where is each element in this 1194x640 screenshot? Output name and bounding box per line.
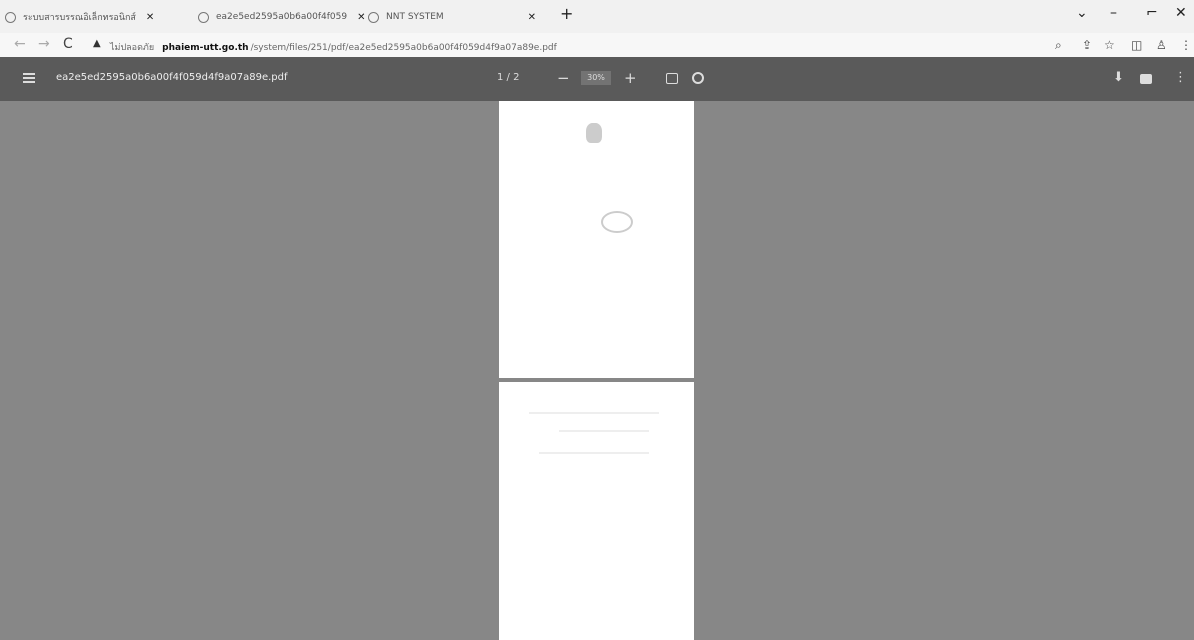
minimize-icon[interactable]: – — [1110, 5, 1117, 21]
tab-favicon-icon — [5, 11, 16, 23]
zoom-icon[interactable]: ⌕ — [1055, 38, 1062, 53]
pdf-filename: ea2e5ed2595a0b6a00f4f059d4f9a07a89e.pdf — [56, 72, 288, 83]
reload-icon[interactable]: C — [63, 36, 73, 52]
profile-icon[interactable]: ♙ — [1156, 38, 1167, 52]
tab-favicon-icon — [368, 11, 379, 23]
close-window-icon[interactable]: ✕ — [1175, 5, 1187, 21]
back-icon[interactable]: ← — [14, 36, 26, 52]
zoom-level-input[interactable]: 30% — [581, 71, 611, 85]
pdf-toolbar: ea2e5ed2595a0b6a00f4f059d4f9a07a89e.pdf … — [0, 57, 1194, 101]
new-tab-button[interactable]: + — [560, 4, 573, 23]
tab-search-chevron-icon[interactable]: ⌄ — [1076, 5, 1088, 21]
page-indicator[interactable]: 1 / 2 — [497, 72, 519, 83]
url-path: /system/files/251/pdf/ea2e5ed2595a0b6a00… — [250, 43, 557, 53]
tab-strip: ระบบสารบรรณอิเล็กทรอนิกส์ ✕ ea2e5ed2595a… — [0, 0, 1194, 33]
side-panel-icon[interactable]: ◫ — [1131, 38, 1142, 52]
tab-1[interactable]: ระบบสารบรรณอิเล็กทรอนิกส์ ✕ — [5, 6, 205, 28]
tab-2[interactable]: ea2e5ed2595a0b6a00f4f059 ✕ — [198, 6, 368, 28]
tab-3[interactable]: NNT SYSTEM ✕ — [368, 6, 548, 28]
pdf-viewer-area[interactable] — [0, 101, 1194, 640]
faint-text-line — [529, 412, 659, 414]
tab-title: ระบบสารบรรณอิเล็กทรอนิกส์ — [23, 13, 136, 23]
bookmark-star-icon[interactable]: ☆ — [1104, 38, 1115, 52]
pdf-page-1 — [499, 101, 694, 378]
pdf-page-2 — [499, 382, 694, 640]
print-icon[interactable] — [1140, 74, 1152, 84]
url-host: phaiem-utt.go.th — [162, 43, 249, 53]
tab-title: NNT SYSTEM — [386, 12, 444, 22]
pdf-sidebar-menu-icon[interactable] — [23, 73, 35, 83]
download-icon[interactable]: ⬇ — [1113, 70, 1124, 85]
zoom-in-button[interactable]: + — [624, 69, 637, 87]
seal-stamp-image — [601, 211, 633, 233]
restore-icon[interactable]: ⌐ — [1146, 5, 1158, 21]
browser-menu-icon[interactable]: ⋮ — [1180, 38, 1192, 52]
faint-text-line — [559, 430, 649, 432]
warning-icon[interactable]: ▲ — [93, 38, 101, 49]
faint-text-line — [539, 452, 649, 454]
tab-favicon-icon — [198, 11, 209, 23]
rotate-icon[interactable] — [692, 72, 704, 84]
security-status-text: ไม่ปลอดภัย — [110, 43, 155, 53]
tab-close-icon[interactable]: ✕ — [357, 12, 365, 23]
tab-title: ea2e5ed2595a0b6a00f4f059 — [216, 12, 348, 22]
forward-icon[interactable]: → — [38, 36, 50, 52]
fit-page-icon[interactable] — [666, 73, 678, 84]
tab-close-icon[interactable]: ✕ — [528, 12, 536, 23]
emblem-image — [586, 123, 602, 143]
address-row: ← → C ▲ ไม่ปลอดภัย phaiem-utt.go.th/syste… — [0, 33, 1194, 57]
share-icon[interactable]: ⇪ — [1082, 38, 1092, 52]
pdf-more-icon[interactable]: ⋮ — [1174, 70, 1187, 85]
tab-close-icon[interactable]: ✕ — [146, 12, 154, 23]
address-input[interactable]: ไม่ปลอดภัย phaiem-utt.go.th/system/files/… — [110, 40, 557, 54]
zoom-out-button[interactable]: − — [557, 69, 570, 87]
